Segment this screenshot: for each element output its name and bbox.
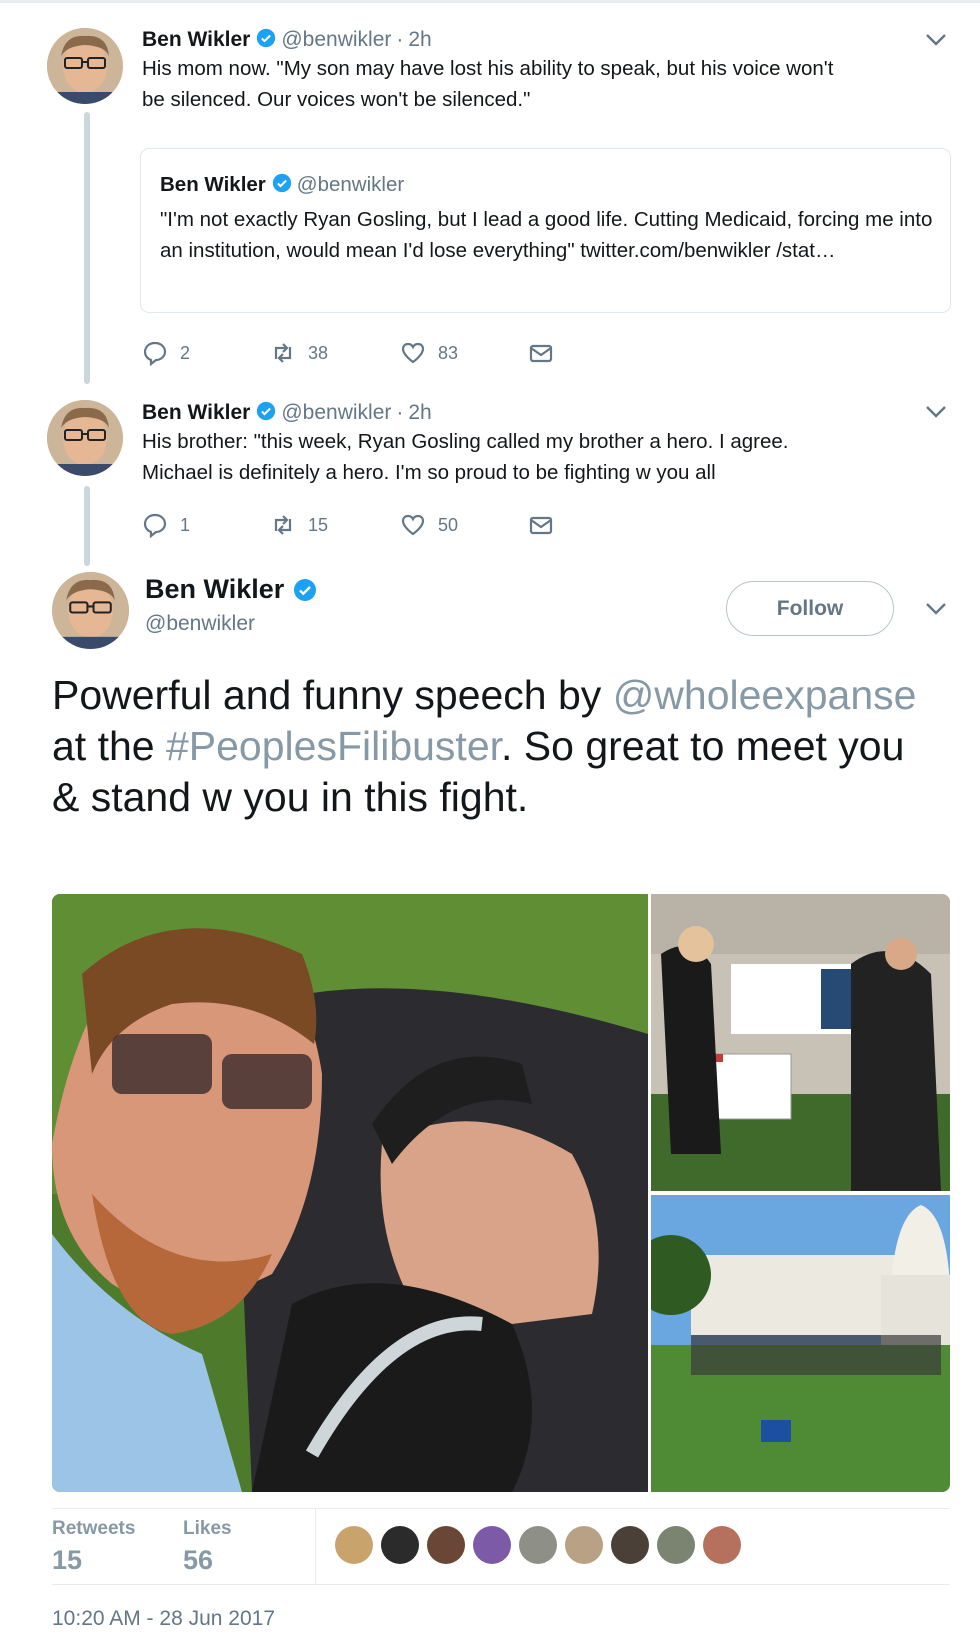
direct-message-button[interactable] [528,512,554,538]
tweet-actions: 2 38 83 [142,338,562,368]
like-icon [401,342,425,364]
photo-capitol-rally[interactable] [651,1195,950,1492]
separator: · [396,401,404,424]
author-handle[interactable]: @benwikler [281,28,391,52]
main-author-handle[interactable]: @benwikler [145,612,255,636]
liker-avatar[interactable] [657,1526,695,1564]
direct-message-icon [529,344,553,363]
separator: · [396,28,404,51]
follow-button[interactable]: Follow [726,581,894,636]
reply-icon [143,513,167,538]
avatar[interactable] [47,28,123,104]
avatar[interactable] [47,400,123,476]
tweet-timestamp[interactable]: 10:20 AM - 28 Jun 2017 [52,1607,275,1631]
quoted-author-handle: @benwikler [296,173,405,196]
tweet-text-line: His brother: "this week, Ryan Gosling ca… [142,430,789,453]
quoted-author-name: Ben Wikler [160,173,266,196]
divider [315,1509,316,1584]
like-count: 50 [438,514,459,535]
photo-rally-podium[interactable] [651,894,950,1191]
tweet-time[interactable]: 2h [408,401,431,425]
reply-count: 2 [180,342,191,363]
author-name[interactable]: Ben Wikler [142,28,250,52]
tweet-text-line: be silenced. Our voices won't be silence… [142,88,531,111]
liker-avatar[interactable] [381,1526,419,1564]
likes-label: Likes [183,1518,232,1539]
verified-badge-icon [294,578,317,601]
liker-avatar[interactable] [335,1526,373,1564]
verified-badge-icon [257,401,276,421]
reply-count: 1 [180,514,191,535]
likes-value: 56 [183,1545,214,1575]
author-name[interactable]: Ben Wikler [142,401,250,425]
quoted-tweet[interactable]: Ben Wikler @benwikler "I'm not exactly R… [140,148,951,313]
retweet-icon [274,515,292,535]
divider [52,1508,950,1509]
text-segment: at the [52,723,166,769]
verified-badge-icon [257,28,276,48]
thread-connector [84,486,90,566]
likes-stat[interactable]: Likes 56 [183,1518,232,1576]
media-grid [52,894,950,1492]
author-handle[interactable]: @benwikler [281,401,391,425]
reply-icon [143,341,167,366]
mention-link[interactable]: @wholeexpanse [613,672,917,718]
like-count: 83 [438,342,459,363]
hashtag-link[interactable]: #PeoplesFilibuster [166,723,501,769]
retweets-stat[interactable]: Retweets 15 [52,1518,135,1576]
main-tweet-text: Powerful and funny speech by @wholeexpan… [52,670,932,823]
tweet-text: His mom now. "My son may have lost his a… [142,53,942,115]
caret-down-icon[interactable] [925,602,947,616]
like-button[interactable]: 50 [400,512,458,538]
like-button[interactable]: 83 [400,340,458,366]
liker-avatar[interactable] [519,1526,557,1564]
reply-button[interactable]: 2 [142,340,190,366]
tweet-actions: 1 15 50 [142,510,562,540]
retweets-label: Retweets [52,1518,136,1539]
tweet-header: Ben Wikler @benwikler · 2h [142,399,432,425]
text-segment: Powerful and funny speech by [52,672,613,718]
top-border [0,0,980,3]
reply-button[interactable]: 1 [142,512,190,538]
main-author-name[interactable]: Ben Wikler [145,574,317,605]
avatar[interactable] [52,572,129,649]
author-name-text: Ben Wikler [145,574,285,604]
retweet-icon [274,343,292,363]
retweet-count: 38 [308,342,329,363]
quoted-tweet-text: "I'm not exactly Ryan Gosling, but I lea… [160,208,933,262]
retweet-button[interactable]: 15 [270,512,328,538]
quoted-tweet-header: Ben Wikler @benwikler [160,171,404,197]
tweet-header: Ben Wikler @benwikler · 2h [142,26,432,52]
tweet-time[interactable]: 2h [408,28,431,52]
retweet-button[interactable]: 38 [270,340,328,366]
liker-avatar[interactable] [703,1526,741,1564]
tweet-text: His brother: "this week, Ryan Gosling ca… [142,426,942,488]
tweet-text-line: His mom now. "My son may have lost his a… [142,57,834,80]
direct-message-icon [529,516,553,535]
caret-down-icon[interactable] [925,405,947,419]
direct-message-button[interactable] [528,340,554,366]
photo-selfie[interactable] [52,894,648,1492]
retweets-value: 15 [52,1545,83,1575]
liker-avatar[interactable] [611,1526,649,1564]
liker-avatars [335,1526,749,1564]
like-icon [401,514,425,536]
tweet-text-line: Michael is definitely a hero. I'm so pro… [142,461,716,484]
thread-connector [84,112,90,384]
liker-avatar[interactable] [565,1526,603,1564]
verified-badge-icon [272,173,291,193]
retweet-count: 15 [308,514,329,535]
caret-down-icon[interactable] [925,33,947,47]
liker-avatar[interactable] [473,1526,511,1564]
divider [52,1584,950,1585]
liker-avatar[interactable] [427,1526,465,1564]
